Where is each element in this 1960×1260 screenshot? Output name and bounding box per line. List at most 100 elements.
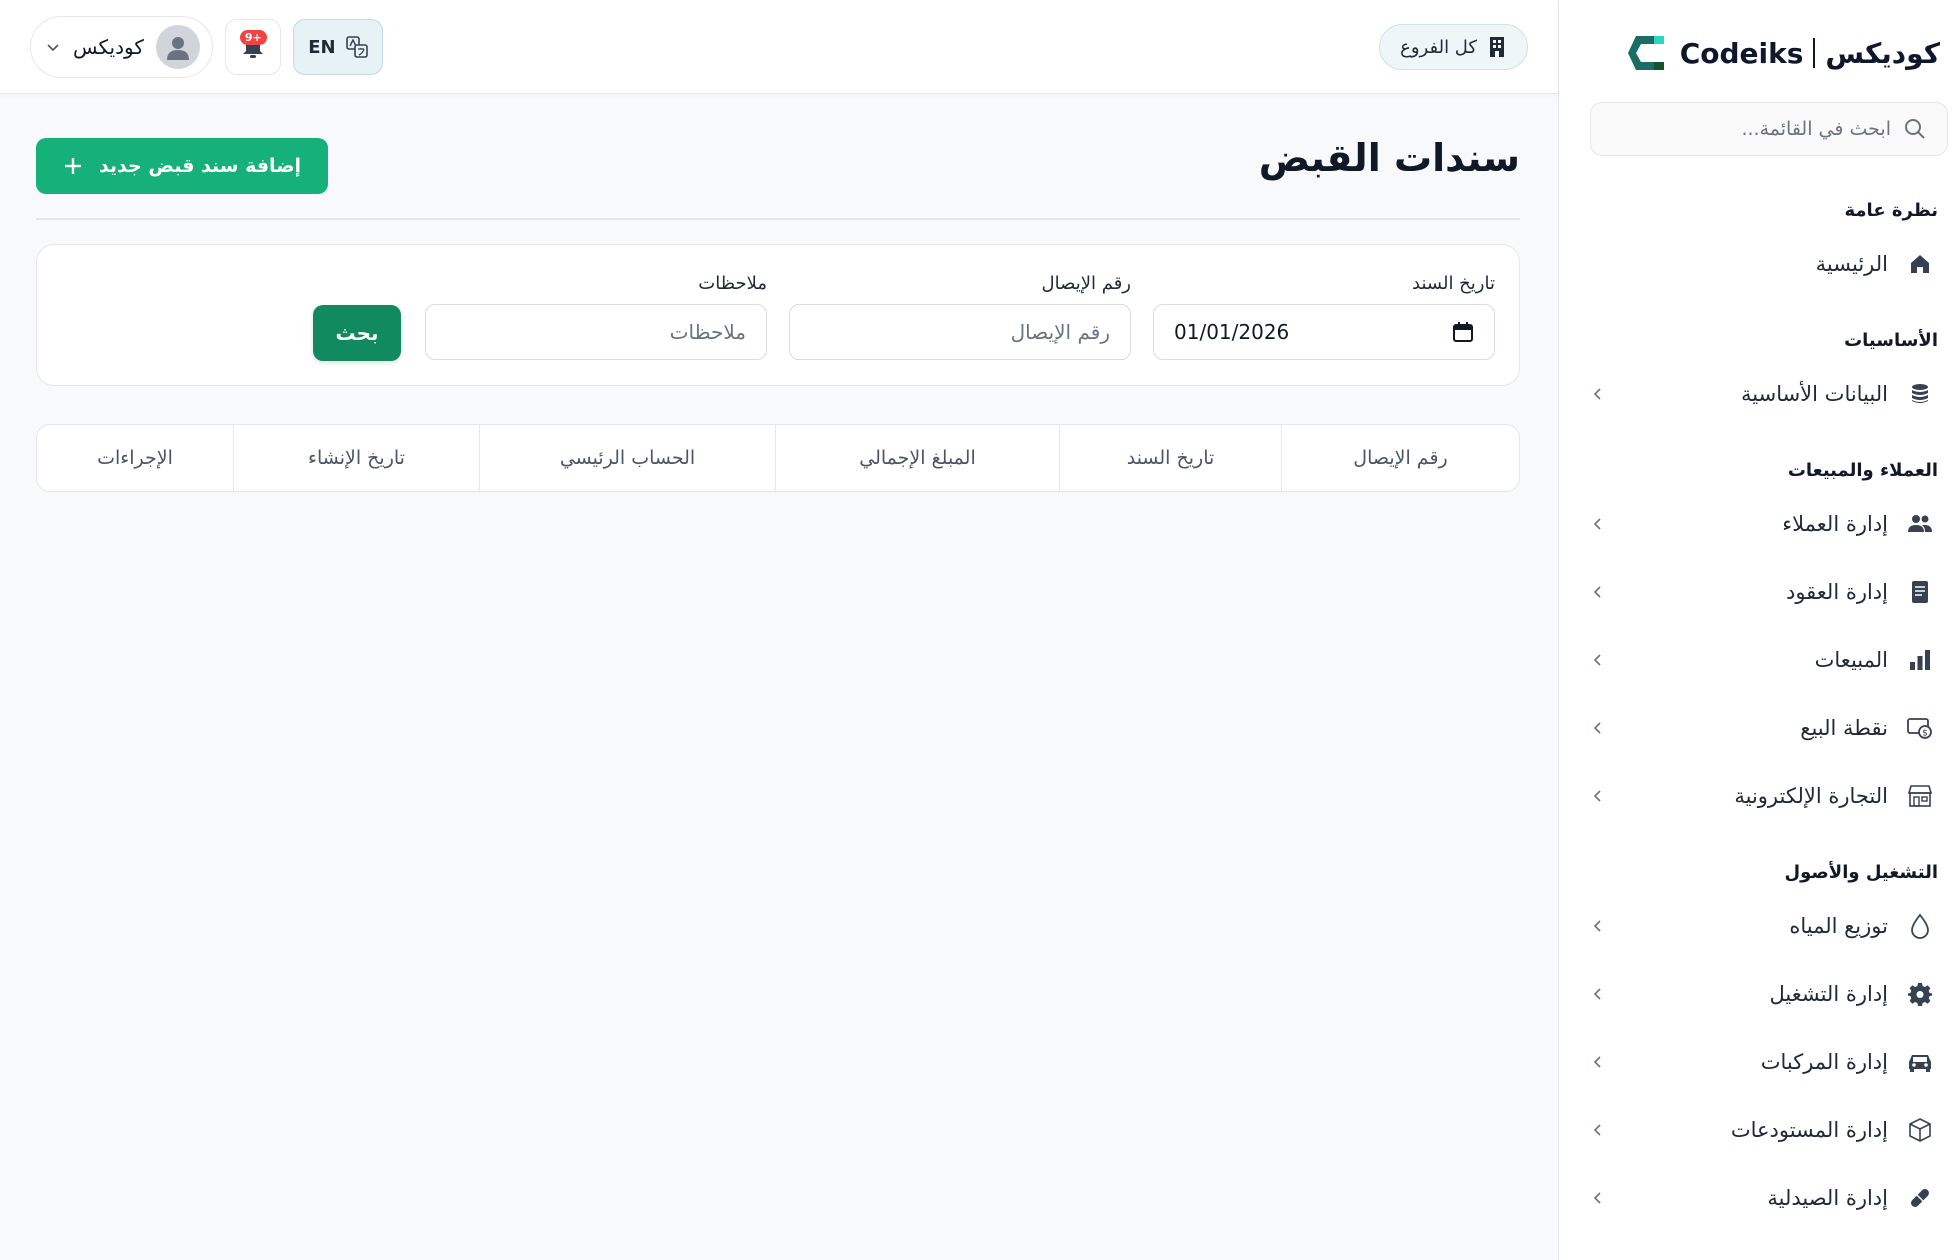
branch-selector-label: كل الفروع (1400, 36, 1477, 58)
page-title: سندات القبض (1258, 136, 1520, 180)
receipt-number-label: رقم الإيصال (1041, 273, 1131, 294)
app-root: كوديكس Codeiks نظرة عامة الرئيسية الأساس… (0, 0, 1960, 1260)
chevron-left-icon (1588, 650, 1608, 670)
chevron-left-icon (1588, 1052, 1608, 1072)
filter-panel: تاريخ السند 01/01/2026 رقم الإيصال ملاحظ… (36, 244, 1520, 386)
column-header-total-amount[interactable]: المبلغ الإجمالي (775, 425, 1059, 491)
date-filter-value: 01/01/2026 (1174, 320, 1290, 344)
sidebar-item-home[interactable]: الرئيسية (1558, 230, 1960, 298)
user-avatar-icon (166, 37, 189, 60)
sidebar-item-contracts[interactable]: إدارة العقود (1558, 558, 1960, 626)
avatar (155, 25, 200, 69)
bar-chart-icon (1906, 646, 1934, 674)
nav-section-operations-assets: التشغيل والأصول (1784, 861, 1939, 883)
chevron-left-icon (1588, 718, 1608, 738)
sidebar-search-input[interactable] (1611, 118, 1891, 140)
page-header: سندات القبض إضافة سند قبض جديد (36, 94, 1520, 220)
notes-input[interactable] (446, 320, 746, 344)
sidebar-item-vehicles[interactable]: إدارة المركبات (1558, 1028, 1960, 1096)
topbar-tools: كوديكس 9+ EN (30, 16, 383, 78)
notes-field[interactable] (425, 304, 767, 360)
language-label: EN (308, 36, 336, 58)
date-filter-label: تاريخ السند (1412, 273, 1495, 294)
nav-section-overview: نظرة عامة (1844, 199, 1939, 221)
chevron-left-icon (1588, 514, 1608, 534)
store-icon (1906, 782, 1934, 810)
add-receipt-voucher-label: إضافة سند قبض جديد (98, 155, 302, 177)
sidebar-item-label: المبيعات (1814, 648, 1888, 672)
codeiks-logo-icon (1627, 36, 1664, 70)
home-icon (1906, 250, 1934, 278)
receipt-number-filter: رقم الإيصال (789, 273, 1131, 360)
cash-icon: $ (1906, 714, 1934, 742)
branch-selector-button[interactable]: كل الفروع (1379, 24, 1528, 70)
sidebar-item-sales[interactable]: المبيعات (1558, 626, 1960, 694)
translate-icon (345, 36, 368, 58)
sidebar-item-label: إدارة المركبات (1760, 1050, 1888, 1074)
sidebar-item-basic-data[interactable]: البيانات الأساسية (1558, 360, 1960, 428)
search-icon (1905, 119, 1925, 139)
calendar-icon[interactable] (1452, 321, 1474, 343)
chevron-left-icon (1588, 786, 1608, 806)
chevron-left-icon (1588, 582, 1608, 602)
date-filter-input[interactable]: 01/01/2026 (1153, 304, 1495, 360)
add-receipt-voucher-button[interactable]: إضافة سند قبض جديد (36, 138, 328, 194)
language-toggle-button[interactable]: EN (292, 19, 383, 75)
building-icon (1490, 37, 1504, 57)
sidebar-item-label: إدارة المستودعات (1730, 1118, 1888, 1142)
document-icon (1906, 578, 1934, 606)
brand-name-en: Codeiks (1679, 36, 1804, 70)
user-menu-button[interactable]: كوديكس (30, 16, 213, 78)
sidebar-item-label: التجارة الإلكترونية (1734, 784, 1888, 808)
sidebar-item-warehouses[interactable]: إدارة المستودعات (1558, 1096, 1960, 1164)
box-icon (1906, 1116, 1934, 1144)
table-header-row: رقم الإيصال تاريخ السند المبلغ الإجمالي … (37, 425, 1519, 491)
column-header-receipt-number[interactable]: رقم الإيصال (1281, 425, 1519, 491)
sidebar-item-label: الرئيسية (1815, 252, 1888, 276)
user-name: كوديكس (73, 35, 144, 59)
notes-filter: ملاحظات (425, 273, 767, 360)
sidebar-item-label: البيانات الأساسية (1741, 382, 1888, 406)
date-filter: تاريخ السند 01/01/2026 (1153, 273, 1495, 360)
main-content: سندات القبض إضافة سند قبض جديد تاريخ الس… (0, 94, 1558, 1260)
nav-section-customers-sales: العملاء والمبيعات (1787, 459, 1938, 481)
brand-logo[interactable]: كوديكس Codeiks (1624, 28, 1940, 78)
sidebar-search[interactable] (1590, 102, 1948, 156)
chevron-down-icon (47, 44, 59, 52)
pill-icon (1906, 1184, 1934, 1212)
notifications-button[interactable]: 9+ (224, 19, 281, 75)
sidebar-item-pos[interactable]: $ نقطة البيع (1558, 694, 1960, 762)
notification-count-badge: 9+ (239, 30, 267, 45)
brand-separator (1813, 38, 1816, 68)
receipt-number-input[interactable] (810, 320, 1110, 344)
column-header-actions: الإجراءات (97, 447, 173, 469)
chevron-left-icon (1588, 916, 1608, 936)
chevron-left-icon (1588, 1120, 1608, 1140)
sidebar-item-label: توزيع المياه (1789, 914, 1888, 938)
chevron-left-icon (1588, 384, 1608, 404)
column-header-voucher-date[interactable]: تاريخ السند (1059, 425, 1281, 491)
sidebar-nav: نظرة عامة الرئيسية الأساسيات البيانات ال… (1558, 190, 1960, 1232)
sidebar-item-label: إدارة العقود (1785, 580, 1888, 604)
sidebar-item-customers[interactable]: إدارة العملاء (1558, 490, 1960, 558)
plus-icon (64, 158, 81, 174)
sidebar-item-pharmacy[interactable]: إدارة الصيدلية (1558, 1164, 1960, 1232)
sidebar-item-label: إدارة العملاء (1782, 512, 1888, 536)
nav-section-basics: الأساسيات (1844, 329, 1938, 351)
sidebar-item-label: إدارة الصيدلية (1767, 1186, 1888, 1210)
receipt-number-field[interactable] (789, 304, 1131, 360)
sidebar-item-ecommerce[interactable]: التجارة الإلكترونية (1558, 762, 1960, 830)
svg-text:$: $ (1922, 729, 1928, 739)
sidebar-item-label: إدارة التشغيل (1769, 982, 1888, 1006)
search-button[interactable]: بحث (313, 305, 401, 361)
brand-name-ar: كوديكس (1825, 36, 1940, 70)
water-drop-icon (1906, 912, 1934, 940)
chevron-left-icon (1588, 1188, 1608, 1208)
column-header-created-date[interactable]: تاريخ الإنشاء (233, 425, 479, 491)
sidebar: كوديكس Codeiks نظرة عامة الرئيسية الأساس… (1558, 0, 1960, 1260)
sidebar-item-water-distribution[interactable]: توزيع المياه (1558, 892, 1960, 960)
column-header-main-account[interactable]: الحساب الرئيسي (479, 425, 775, 491)
car-icon (1906, 1048, 1934, 1076)
sidebar-item-label: نقطة البيع (1800, 716, 1888, 740)
sidebar-item-operations[interactable]: إدارة التشغيل (1558, 960, 1960, 1028)
